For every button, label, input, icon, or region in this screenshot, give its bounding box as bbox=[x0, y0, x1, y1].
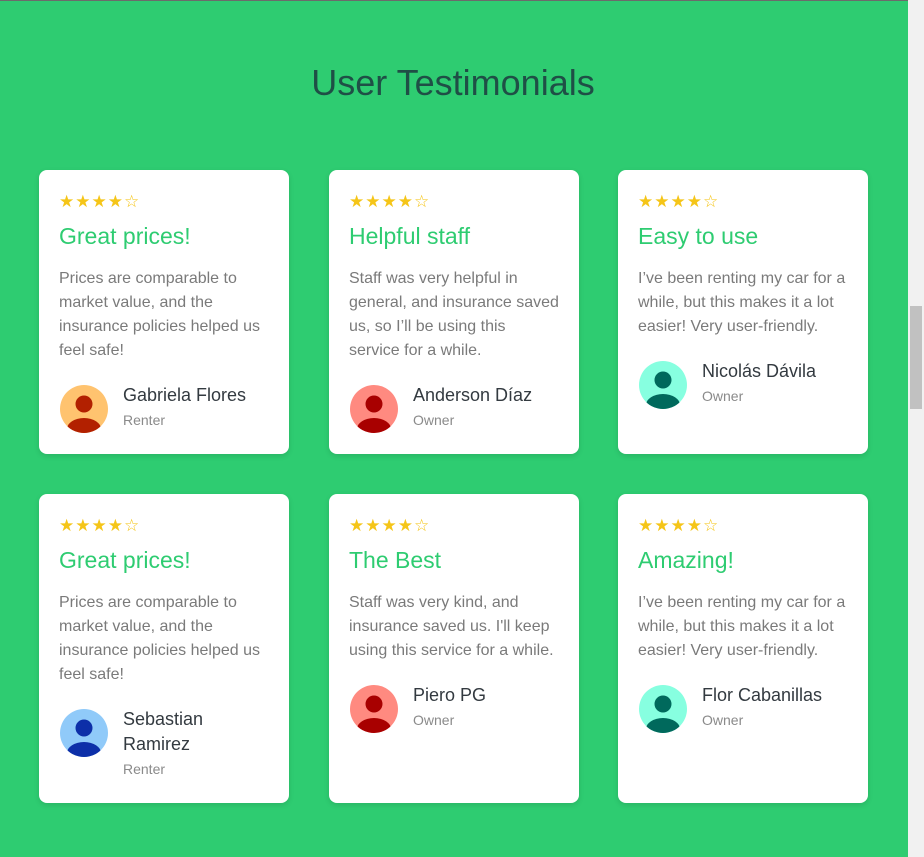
author-role: Owner bbox=[702, 712, 744, 728]
star-rating: ★★★★☆ bbox=[59, 192, 141, 211]
author-name: Anderson Díaz bbox=[413, 385, 533, 405]
testimonial-title: Great prices! bbox=[59, 547, 191, 573]
testimonial-text: Staff was very helpful in general, and i… bbox=[349, 270, 559, 359]
star-rating: ★★★★☆ bbox=[638, 516, 720, 535]
star-rating: ★★★★☆ bbox=[638, 192, 720, 211]
testimonial-text: Prices are comparable to market value, a… bbox=[59, 594, 261, 683]
testimonial-author: Nicolás Dávila Owner bbox=[638, 359, 848, 409]
testimonial-card: ★★★★☆ Great prices! Prices are comparabl… bbox=[39, 494, 289, 803]
testimonial-author: Piero PG Owner bbox=[349, 683, 559, 733]
author-role: Renter bbox=[123, 412, 166, 428]
star-rating: ★★★★☆ bbox=[349, 192, 431, 211]
author-role: Owner bbox=[413, 412, 455, 428]
author-role: Owner bbox=[413, 712, 455, 728]
testimonial-author: Sebastian Ramirez Renter bbox=[59, 707, 269, 778]
vertical-scrollbar[interactable] bbox=[908, 0, 924, 857]
testimonial-card: ★★★★☆ The Best Staff was very kind, and … bbox=[329, 494, 579, 803]
testimonial-title: Amazing! bbox=[638, 547, 734, 573]
author-name: Piero PG bbox=[413, 685, 487, 705]
testimonial-author: Anderson Díaz Owner bbox=[349, 383, 559, 433]
testimonials-section: User Testimonials ★★★★☆ Great prices! Pr… bbox=[0, 1, 908, 857]
user-avatar-icon bbox=[639, 685, 687, 733]
star-rating: ★★★★☆ bbox=[349, 516, 431, 535]
user-avatar-icon bbox=[60, 709, 108, 757]
user-avatar-icon bbox=[639, 361, 687, 409]
section-title: User Testimonials bbox=[311, 62, 595, 103]
user-avatar-icon bbox=[60, 385, 108, 433]
testimonial-text: I’ve been renting my car for a while, bu… bbox=[638, 270, 846, 335]
star-rating: ★★★★☆ bbox=[59, 516, 141, 535]
testimonial-text: Staff was very kind, and insurance saved… bbox=[349, 594, 554, 659]
author-name: Flor Cabanillas bbox=[702, 685, 823, 705]
testimonial-card: ★★★★☆ Helpful staff Staff was very helpf… bbox=[329, 170, 579, 454]
testimonial-text: I’ve been renting my car for a while, bu… bbox=[638, 594, 846, 659]
testimonial-title: Easy to use bbox=[638, 223, 759, 249]
testimonial-title: The Best bbox=[349, 547, 442, 573]
testimonial-card: ★★★★☆ Easy to use I’ve been renting my c… bbox=[618, 170, 868, 454]
author-name: Sebastian Ramirez bbox=[123, 709, 204, 754]
author-name: Gabriela Flores bbox=[123, 385, 247, 405]
testimonial-card: ★★★★☆ Great prices! Prices are comparabl… bbox=[39, 170, 289, 454]
testimonial-author: Gabriela Flores Renter bbox=[59, 383, 269, 433]
testimonial-text: Prices are comparable to market value, a… bbox=[59, 270, 261, 359]
author-role: Renter bbox=[123, 761, 166, 777]
testimonial-card: ★★★★☆ Amazing! I’ve been renting my car … bbox=[618, 494, 868, 803]
user-avatar-icon bbox=[350, 385, 398, 433]
scrollbar-thumb[interactable] bbox=[910, 306, 922, 409]
author-role: Owner bbox=[702, 388, 744, 404]
testimonial-title: Great prices! bbox=[59, 223, 191, 249]
testimonial-author: Flor Cabanillas Owner bbox=[638, 683, 848, 733]
user-avatar-icon bbox=[350, 685, 398, 733]
testimonial-title: Helpful staff bbox=[349, 223, 471, 249]
author-name: Nicolás Dávila bbox=[702, 361, 817, 381]
